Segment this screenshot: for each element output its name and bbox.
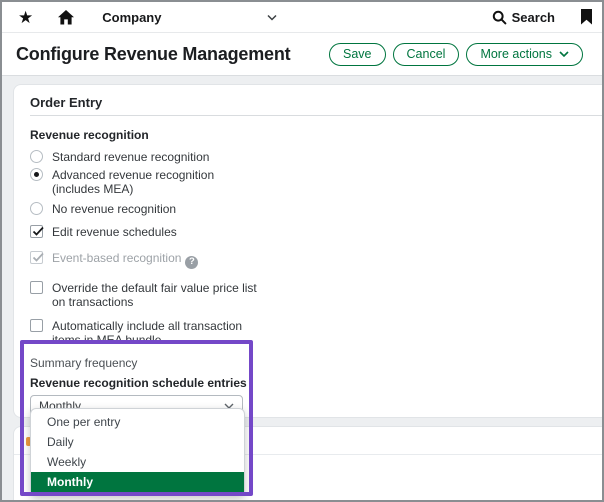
app-window: ★ Company Search Configure Revenue Manag… bbox=[0, 0, 604, 502]
page-header: Configure Revenue Management Save Cancel… bbox=[2, 33, 602, 76]
radio-icon[interactable] bbox=[30, 202, 43, 215]
more-actions-button[interactable]: More actions bbox=[466, 43, 583, 66]
summary-frequency-label: Summary frequency bbox=[30, 357, 586, 369]
checkbox-label: Event-based recognition? bbox=[52, 251, 198, 269]
bookmark-icon[interactable] bbox=[580, 9, 593, 25]
schedule-entries-label: Revenue recognition schedule entries bbox=[30, 377, 586, 389]
dropdown-option-daily[interactable]: Daily bbox=[31, 432, 244, 452]
cancel-button[interactable]: Cancel bbox=[393, 43, 460, 66]
radio-label: Advanced revenue recognition (includes M… bbox=[52, 168, 214, 196]
checkbox-label: Edit revenue schedules bbox=[52, 225, 177, 239]
radio-label: Standard revenue recognition bbox=[52, 150, 209, 164]
save-button[interactable]: Save bbox=[329, 43, 386, 66]
schedule-entries-dropdown: One per entry Daily Weekly Monthly bbox=[30, 408, 245, 496]
checkbox-unchecked-icon[interactable] bbox=[30, 319, 43, 332]
checkbox-event-based-recognition: Event-based recognition? bbox=[30, 251, 586, 269]
radio-standard-revenue[interactable]: Standard revenue recognition bbox=[30, 150, 586, 164]
radio-icon[interactable] bbox=[30, 150, 43, 163]
checkbox-label: Override the default fair value price li… bbox=[52, 281, 267, 309]
radio-no-revenue[interactable]: No revenue recognition bbox=[30, 202, 586, 216]
favorites-star-icon[interactable]: ★ bbox=[18, 9, 33, 26]
checkbox-override-fair-value[interactable]: Override the default fair value price li… bbox=[30, 281, 586, 309]
top-nav: ★ Company Search bbox=[2, 2, 602, 33]
checkbox-checked-icon[interactable] bbox=[30, 225, 43, 238]
section-divider bbox=[30, 115, 602, 116]
search-button[interactable]: Search bbox=[492, 10, 555, 25]
search-label: Search bbox=[512, 10, 555, 25]
dropdown-option-one-per-entry[interactable]: One per entry bbox=[31, 412, 244, 432]
search-icon bbox=[492, 10, 507, 25]
chevron-down-icon bbox=[559, 51, 569, 57]
content-area: Order Entry Revenue recognition Standard… bbox=[2, 76, 602, 500]
section-title: Order Entry bbox=[30, 96, 586, 109]
radio-label: No revenue recognition bbox=[52, 202, 176, 216]
more-actions-label: More actions bbox=[480, 47, 552, 61]
checkbox-auto-include-mea[interactable]: Automatically include all transaction it… bbox=[30, 319, 586, 347]
radio-selected-icon[interactable] bbox=[30, 168, 43, 181]
checkbox-checked-disabled-icon bbox=[30, 251, 43, 264]
checkbox-label: Automatically include all transaction it… bbox=[52, 319, 267, 347]
home-icon[interactable] bbox=[57, 9, 75, 25]
chevron-down-icon bbox=[267, 14, 277, 21]
order-entry-card: Order Entry Revenue recognition Standard… bbox=[13, 84, 602, 418]
company-label: Company bbox=[102, 10, 161, 25]
radio-advanced-revenue[interactable]: Advanced revenue recognition (includes M… bbox=[30, 168, 586, 196]
revenue-recognition-label: Revenue recognition bbox=[30, 129, 586, 141]
checkbox-unchecked-icon[interactable] bbox=[30, 281, 43, 294]
dropdown-option-weekly[interactable]: Weekly bbox=[31, 452, 244, 472]
company-menu[interactable]: Company bbox=[102, 10, 277, 25]
help-icon[interactable]: ? bbox=[185, 256, 198, 269]
action-buttons: Save Cancel More actions bbox=[329, 43, 583, 66]
dropdown-option-monthly-selected[interactable]: Monthly bbox=[31, 472, 244, 492]
checkbox-edit-revenue-schedules[interactable]: Edit revenue schedules bbox=[30, 225, 586, 239]
page-title: Configure Revenue Management bbox=[16, 44, 329, 65]
